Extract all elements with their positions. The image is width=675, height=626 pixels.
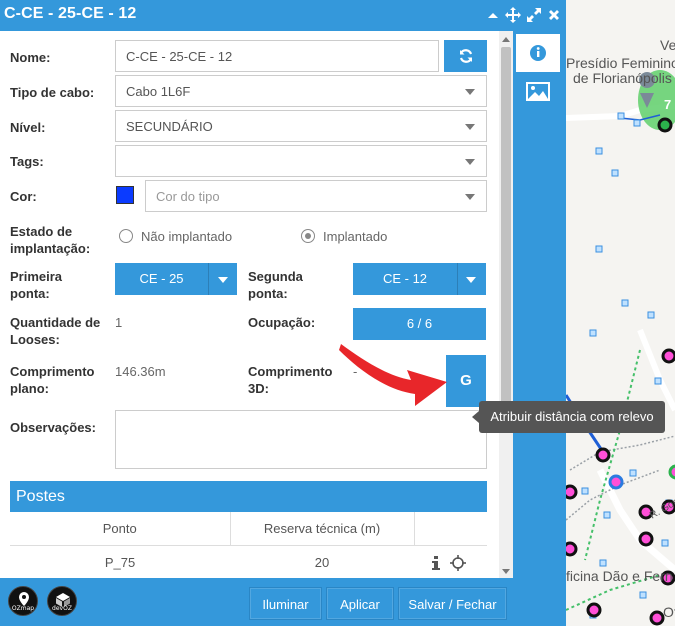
map-label: Presídio Feminino xyxy=(566,55,675,71)
info-icon[interactable] xyxy=(431,555,440,570)
tags-select[interactable] xyxy=(115,145,487,177)
maximize-icon[interactable] xyxy=(526,6,542,24)
devoz-logo[interactable]: devOZ xyxy=(47,586,77,616)
chevron-down-icon[interactable] xyxy=(466,277,476,283)
dropdown-divider xyxy=(457,263,458,295)
dialog-title: C-CE - 25-CE - 12 xyxy=(4,5,137,22)
radio-implantado-label[interactable]: Implantado xyxy=(323,228,387,245)
observacoes-label: Observações: xyxy=(10,420,96,435)
segunda-ponta-label-line2: ponta: xyxy=(248,286,288,301)
chevron-down-icon xyxy=(465,194,475,200)
dialog-titlebar[interactable]: C-CE - 25-CE - 12 xyxy=(0,0,566,31)
ocupacao-value: 6 / 6 xyxy=(406,316,433,331)
comprimento-3d-label-line2: 3D: xyxy=(248,381,269,396)
tab-images[interactable] xyxy=(516,73,560,111)
regenerate-name-button[interactable] xyxy=(444,40,487,72)
postes-title: Postes xyxy=(16,488,65,505)
estado-label-line1: Estado de xyxy=(10,224,73,239)
quantidade-looses-value: 1 xyxy=(115,315,123,330)
segunda-ponta-value: CE - 12 xyxy=(382,271,428,286)
comprimento-plano-value: 146.36m xyxy=(115,364,166,379)
cor-label: Cor: xyxy=(10,189,37,204)
nivel-label: Nível: xyxy=(10,120,46,135)
cell-ponto: P_75 xyxy=(10,544,230,578)
postes-section-header: Postes xyxy=(10,481,487,512)
comprimento-plano-label-line2: plano: xyxy=(10,381,49,396)
ozmap-logo-text: OZmap xyxy=(11,605,35,612)
iluminar-button[interactable]: Iluminar xyxy=(249,587,322,620)
salvar-fechar-button[interactable]: Salvar / Fechar xyxy=(398,587,507,620)
tags-label: Tags: xyxy=(10,154,44,169)
scroll-down-icon[interactable] xyxy=(502,569,510,574)
primeira-ponta-value: CE - 25 xyxy=(139,271,184,286)
move-icon[interactable] xyxy=(505,6,521,24)
map-marker-number: 7 xyxy=(664,97,672,112)
refresh-icon xyxy=(459,49,472,63)
close-icon[interactable] xyxy=(546,6,562,24)
map-label: de Florianópolis xyxy=(573,70,672,86)
dialog-footer: OZmap devOZ Iluminar Aplicar Salvar / Fe… xyxy=(0,578,513,626)
ozmap-logo[interactable]: OZmap xyxy=(8,586,38,616)
comprimento-plano-label-line1: Comprimento xyxy=(10,364,95,379)
color-swatch[interactable] xyxy=(116,186,134,204)
estado-label-line2: implantação: xyxy=(10,241,91,256)
radio-implantado[interactable] xyxy=(301,229,315,243)
devoz-logo-text: devOZ xyxy=(52,605,72,612)
side-tabs xyxy=(513,31,566,626)
table-header-row: Ponto Reserva técnica (m) xyxy=(10,512,487,546)
nivel-value: SECUNDÁRIO xyxy=(126,119,213,134)
tab-info[interactable] xyxy=(516,34,560,72)
segunda-ponta-dropdown[interactable]: CE - 12 xyxy=(353,263,486,295)
dropdown-divider xyxy=(208,263,209,295)
quantidade-looses-label-line1: Quantidade de xyxy=(10,315,101,330)
tooltip-text: Atribuir distância com relevo xyxy=(490,409,654,424)
chevron-down-icon xyxy=(465,124,475,130)
column-header-actions xyxy=(414,512,487,546)
column-header-reserva[interactable]: Reserva técnica (m) xyxy=(230,512,415,546)
dialog-scrollbar[interactable] xyxy=(499,31,513,578)
relief-tooltip: Atribuir distância com relevo xyxy=(472,401,665,433)
info-icon xyxy=(530,45,546,61)
primeira-ponta-dropdown[interactable]: CE - 25 xyxy=(115,263,237,295)
column-header-ponto[interactable]: Ponto xyxy=(10,512,231,546)
scroll-thumb[interactable] xyxy=(501,47,511,427)
map-label: Of xyxy=(663,604,675,620)
map-label: ficina Dão e Fern xyxy=(566,568,673,584)
nome-label: Nome: xyxy=(10,50,51,65)
image-icon xyxy=(526,82,550,101)
collapse-icon[interactable] xyxy=(485,6,501,24)
nome-input[interactable]: C-CE - 25-CE - 12 xyxy=(115,40,439,72)
aplicar-button[interactable]: Aplicar xyxy=(326,587,394,620)
nome-value: C-CE - 25-CE - 12 xyxy=(126,49,233,64)
locate-icon[interactable] xyxy=(449,554,466,571)
radio-nao-implantado[interactable] xyxy=(119,229,133,243)
comprimento-3d-label-line1: Comprimento xyxy=(248,364,333,379)
cell-actions xyxy=(414,544,487,578)
chevron-down-icon xyxy=(465,89,475,95)
primeira-ponta-label-line2: ponta: xyxy=(10,286,50,301)
ocupacao-label: Ocupação: xyxy=(248,315,316,330)
cor-placeholder: Cor do tipo xyxy=(156,189,220,204)
tipo-cabo-label: Tipo de cabo: xyxy=(10,85,95,100)
table-row[interactable]: P_75 20 xyxy=(10,544,487,578)
tipo-cabo-select[interactable]: Cabo 1L6F xyxy=(115,75,487,107)
chevron-down-icon[interactable] xyxy=(218,277,228,283)
annotation-arrow-icon xyxy=(339,344,447,406)
map-label: Ve xyxy=(660,37,675,53)
cell-reserva[interactable]: 20 xyxy=(230,544,414,578)
scroll-up-icon[interactable] xyxy=(502,37,510,42)
cor-select[interactable]: Cor do tipo xyxy=(145,180,487,212)
tipo-cabo-value: Cabo 1L6F xyxy=(126,84,191,99)
primeira-ponta-label-line1: Primeira xyxy=(10,269,63,284)
radio-nao-implantado-label[interactable]: Não implantado xyxy=(141,228,232,245)
cable-edit-dialog: C-CE - 25-CE - 12 Nome: C-CE - 25-CE - 1… xyxy=(0,0,566,626)
segunda-ponta-label-line1: Segunda xyxy=(248,269,303,284)
quantidade-looses-label-line2: Looses: xyxy=(10,332,60,347)
chevron-down-icon xyxy=(465,159,475,165)
dialog-body: Nome: C-CE - 25-CE - 12 Tipo de cabo: Ca… xyxy=(0,31,513,578)
postes-table: Ponto Reserva técnica (m) P_75 20 xyxy=(10,512,487,578)
nivel-select[interactable]: SECUNDÁRIO xyxy=(115,110,487,142)
